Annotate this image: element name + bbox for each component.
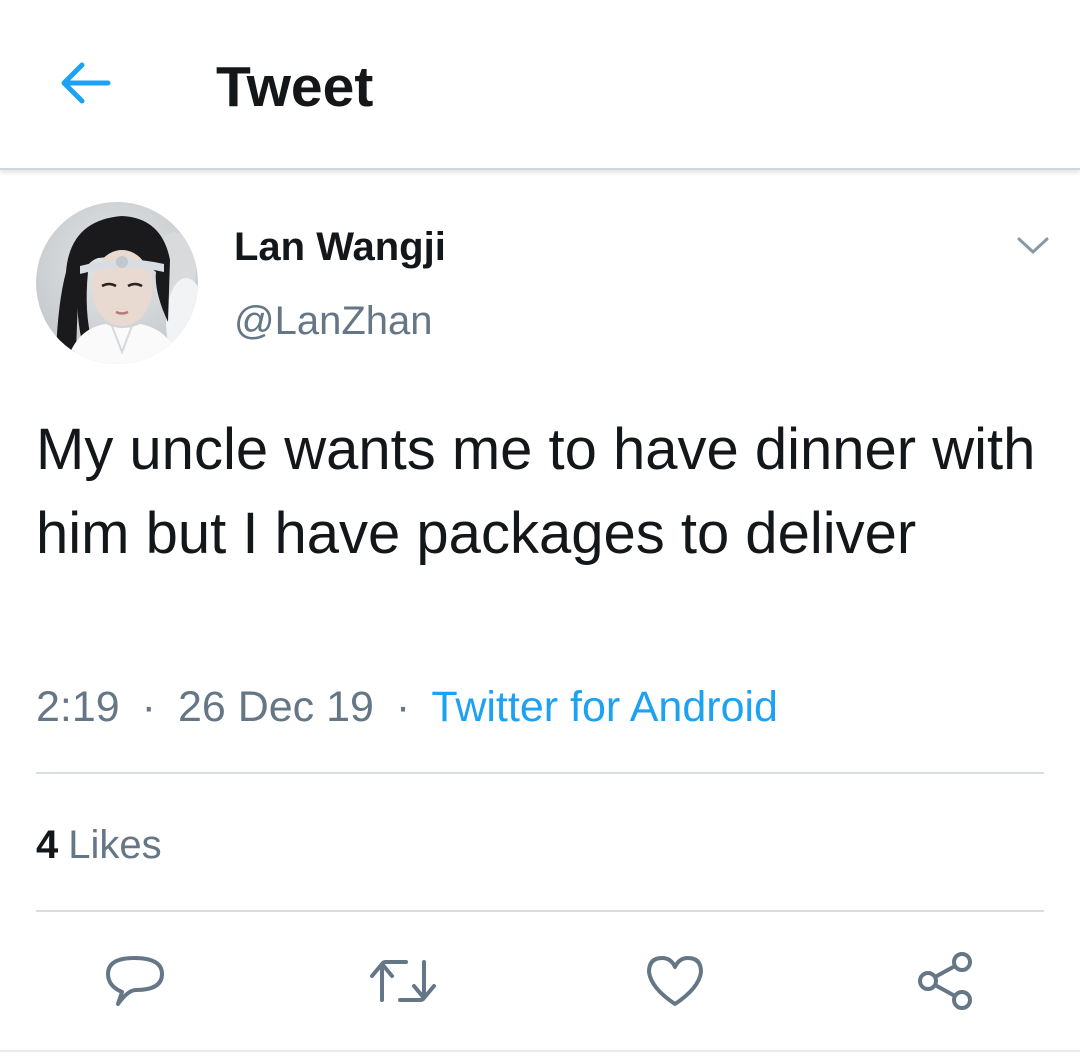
share-icon [918, 952, 972, 1010]
tweet-time: 2:19 [36, 683, 120, 731]
tweet-meta: 2:19 · 26 Dec 19 · Twitter for Android [36, 680, 778, 734]
tweet-source-link[interactable]: Twitter for Android [431, 683, 778, 731]
tweet-text: My uncle wants me to have dinner with hi… [36, 417, 1036, 566]
bottom-divider [0, 1050, 1080, 1052]
likes-count: 4 [36, 823, 59, 867]
more-options-button[interactable] [1008, 226, 1058, 266]
reply-button[interactable] [100, 946, 170, 1016]
divider [36, 772, 1044, 774]
tweet-date: 26 Dec 19 [177, 683, 374, 731]
likes-stat[interactable]: 4 Likes [36, 820, 162, 870]
retweet-icon [370, 960, 436, 1002]
meta-separator: · [141, 683, 156, 731]
like-button[interactable] [640, 946, 710, 1016]
top-app-bar: Tweet [0, 0, 1080, 170]
author-handle[interactable]: @LanZhan [234, 296, 433, 346]
author-name[interactable]: Lan Wangji [234, 222, 446, 272]
page-title: Tweet [216, 55, 374, 119]
arrow-left-icon [61, 62, 111, 104]
like-icon [647, 956, 703, 1006]
share-button[interactable] [910, 946, 980, 1016]
reply-icon [106, 956, 164, 1006]
avatar[interactable] [36, 202, 198, 364]
retweet-button[interactable] [368, 946, 438, 1016]
divider [36, 910, 1044, 912]
meta-separator: · [395, 683, 411, 731]
back-button[interactable] [52, 50, 118, 116]
likes-label: Likes [68, 823, 162, 867]
chevron-down-icon [1017, 237, 1049, 254]
